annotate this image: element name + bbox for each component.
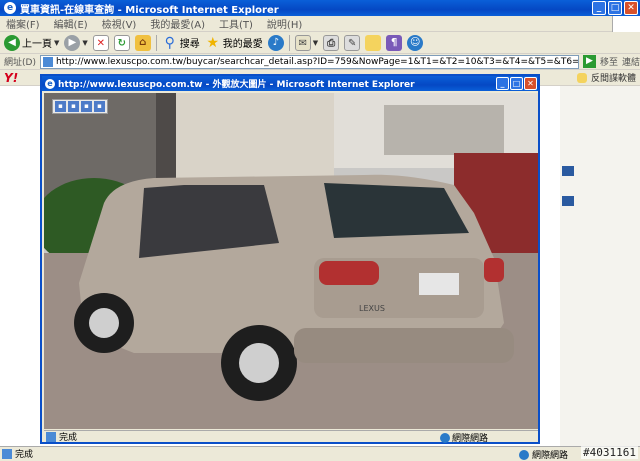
notes-icon[interactable]: [365, 34, 382, 51]
photo-rim-front: [89, 308, 119, 338]
ie-icon: e: [4, 2, 16, 14]
window-titlebar[interactable]: e 買車資訊-在線車查詢 - Microsoft Internet Explor…: [0, 0, 640, 16]
linksbar-right: 反間諜軟體: [576, 71, 636, 84]
photo-rim-rear: [239, 343, 279, 383]
menu-tools[interactable]: 工具(T): [219, 16, 253, 31]
back-button[interactable]: ◀ 上一頁 ▼: [4, 34, 59, 51]
maximize-button[interactable]: □: [608, 1, 622, 15]
popup-titlebar[interactable]: e http://www.lexuscpo.com.tw - 外觀放大圖片 - …: [42, 76, 538, 91]
photo-car-bumper: [294, 328, 514, 363]
watermark-id: #4031161: [581, 446, 638, 459]
photo-window: [384, 105, 504, 155]
mail-button[interactable]: ✉ ▼: [294, 34, 318, 51]
toolbar-separator: [155, 34, 157, 51]
image-folder-icon[interactable]: ▪: [94, 101, 105, 112]
menu-edit[interactable]: 編輯(E): [54, 16, 88, 31]
address-bar: 網址(D) http://www.lexuscpo.com.tw/buycar/…: [0, 54, 640, 70]
address-input[interactable]: http://www.lexuscpo.com.tw/buycar/search…: [39, 54, 579, 69]
toolbar: ◀ 上一頁 ▼ ▶ ▼ ✕ ↻ ⌂ ⚲ 搜尋 ★ 我的最愛 ♪ ✉ ▼ ⎙ ✎ …: [0, 32, 640, 54]
popup-internet-zone-icon: [439, 432, 450, 443]
menu-file[interactable]: 檔案(F): [6, 16, 40, 31]
popup-title: http://www.lexuscpo.com.tw - 外觀放大圖片 - Mi…: [58, 80, 415, 90]
mail-dropdown-icon[interactable]: ▼: [313, 39, 318, 47]
menu-favorites[interactable]: 我的最愛(A): [150, 16, 205, 31]
yahoo-logo-icon[interactable]: Y!: [4, 71, 18, 85]
search-button[interactable]: ⚲ 搜尋: [162, 35, 200, 51]
go-arrow-icon[interactable]: ▶: [582, 55, 596, 68]
image-print-icon[interactable]: ▪: [68, 101, 79, 112]
popup-status-text: 完成: [59, 433, 78, 443]
antispyware-icon[interactable]: [576, 72, 587, 83]
back-arrow-icon: ◀: [4, 34, 20, 51]
internet-zone-icon: [518, 449, 529, 460]
forward-arrow-icon: ▶: [64, 34, 81, 51]
window-controls: _ □ ✕: [592, 1, 638, 15]
photo-car-badge: LEXUS: [359, 304, 385, 313]
forward-dropdown-icon[interactable]: ▼: [82, 39, 87, 47]
windows-logo-icon: [612, 16, 640, 32]
page-right-area: [560, 86, 640, 446]
popup-done-icon: [46, 431, 56, 442]
search-icon: ⚲: [164, 34, 175, 51]
mail-icon: ✉: [294, 34, 311, 51]
favorites-star-icon: ★: [206, 34, 220, 51]
forward-button[interactable]: ▶ ▼: [64, 34, 88, 51]
menu-view[interactable]: 檢視(V): [102, 16, 137, 31]
page-icon: [42, 56, 53, 67]
menu-help[interactable]: 說明(H): [267, 16, 302, 31]
side-icon: [562, 166, 574, 176]
go-button[interactable]: 移至: [600, 55, 618, 68]
print-icon[interactable]: ⎙: [323, 34, 340, 51]
photo-car-taillight-right: [484, 258, 504, 282]
home-icon[interactable]: ⌂: [134, 34, 151, 51]
address-url: http://www.lexuscpo.com.tw/buycar/search…: [55, 56, 579, 67]
popup-status-bar: 完成 網際網路: [44, 430, 538, 444]
status-bar: 完成 網際網路: [0, 446, 640, 461]
photo-car-taillight-left: [319, 261, 379, 285]
media-icon[interactable]: ♪: [267, 34, 284, 51]
car-photo-illustration: LEXUS: [44, 93, 538, 429]
research-icon[interactable]: ¶: [386, 34, 403, 51]
ie-icon: e: [45, 78, 55, 89]
photo-building: [174, 93, 334, 183]
popup-close-button[interactable]: ✕: [524, 77, 537, 90]
popup-zone-label: 網際網路: [451, 434, 488, 444]
popup-status-zone: 網際網路: [439, 431, 488, 444]
side-icon: [562, 196, 574, 206]
image-save-icon[interactable]: ▪: [55, 101, 66, 112]
back-dropdown-icon[interactable]: ▼: [54, 39, 59, 47]
toolbar-separator: [288, 34, 290, 51]
window-title: 買車資訊-在線車查詢 - Microsoft Internet Explorer: [20, 4, 279, 16]
antispyware-button[interactable]: 反間諜軟體: [591, 71, 636, 84]
popup-window-controls: _ □ ✕: [496, 77, 537, 90]
popup-minimize-button[interactable]: _: [496, 77, 509, 90]
image-toolbar: ▪ ▪ ▪ ▪: [52, 99, 108, 114]
photo-car-plate: [419, 273, 459, 295]
status-text: 完成: [15, 450, 34, 460]
favorites-button[interactable]: ★ 我的最愛: [205, 35, 263, 51]
car-photo: LEXUS ▪ ▪ ▪ ▪: [44, 93, 538, 429]
messenger-icon[interactable]: ☺: [407, 34, 424, 51]
search-label: 搜尋: [179, 39, 200, 50]
image-email-icon[interactable]: ▪: [81, 101, 92, 112]
edit-page-icon[interactable]: ✎: [344, 34, 361, 51]
minimize-button[interactable]: _: [592, 1, 606, 15]
status-zone-label: 網際網路: [531, 451, 568, 461]
popup-window: e http://www.lexuscpo.com.tw - 外觀放大圖片 - …: [40, 74, 540, 444]
done-icon: [2, 448, 12, 459]
popup-maximize-button[interactable]: □: [510, 77, 523, 90]
address-label: 網址(D): [4, 58, 36, 68]
refresh-icon[interactable]: ↻: [113, 34, 130, 51]
menu-bar: 檔案(F) 編輯(E) 檢視(V) 我的最愛(A) 工具(T) 說明(H): [0, 16, 640, 32]
back-label: 上一頁: [22, 39, 52, 50]
status-zone: 網際網路: [518, 448, 568, 461]
favorites-label: 我的最愛: [222, 39, 263, 50]
stop-icon[interactable]: ✕: [92, 34, 109, 51]
links-button[interactable]: 連結: [622, 55, 640, 68]
close-button[interactable]: ✕: [624, 1, 638, 15]
